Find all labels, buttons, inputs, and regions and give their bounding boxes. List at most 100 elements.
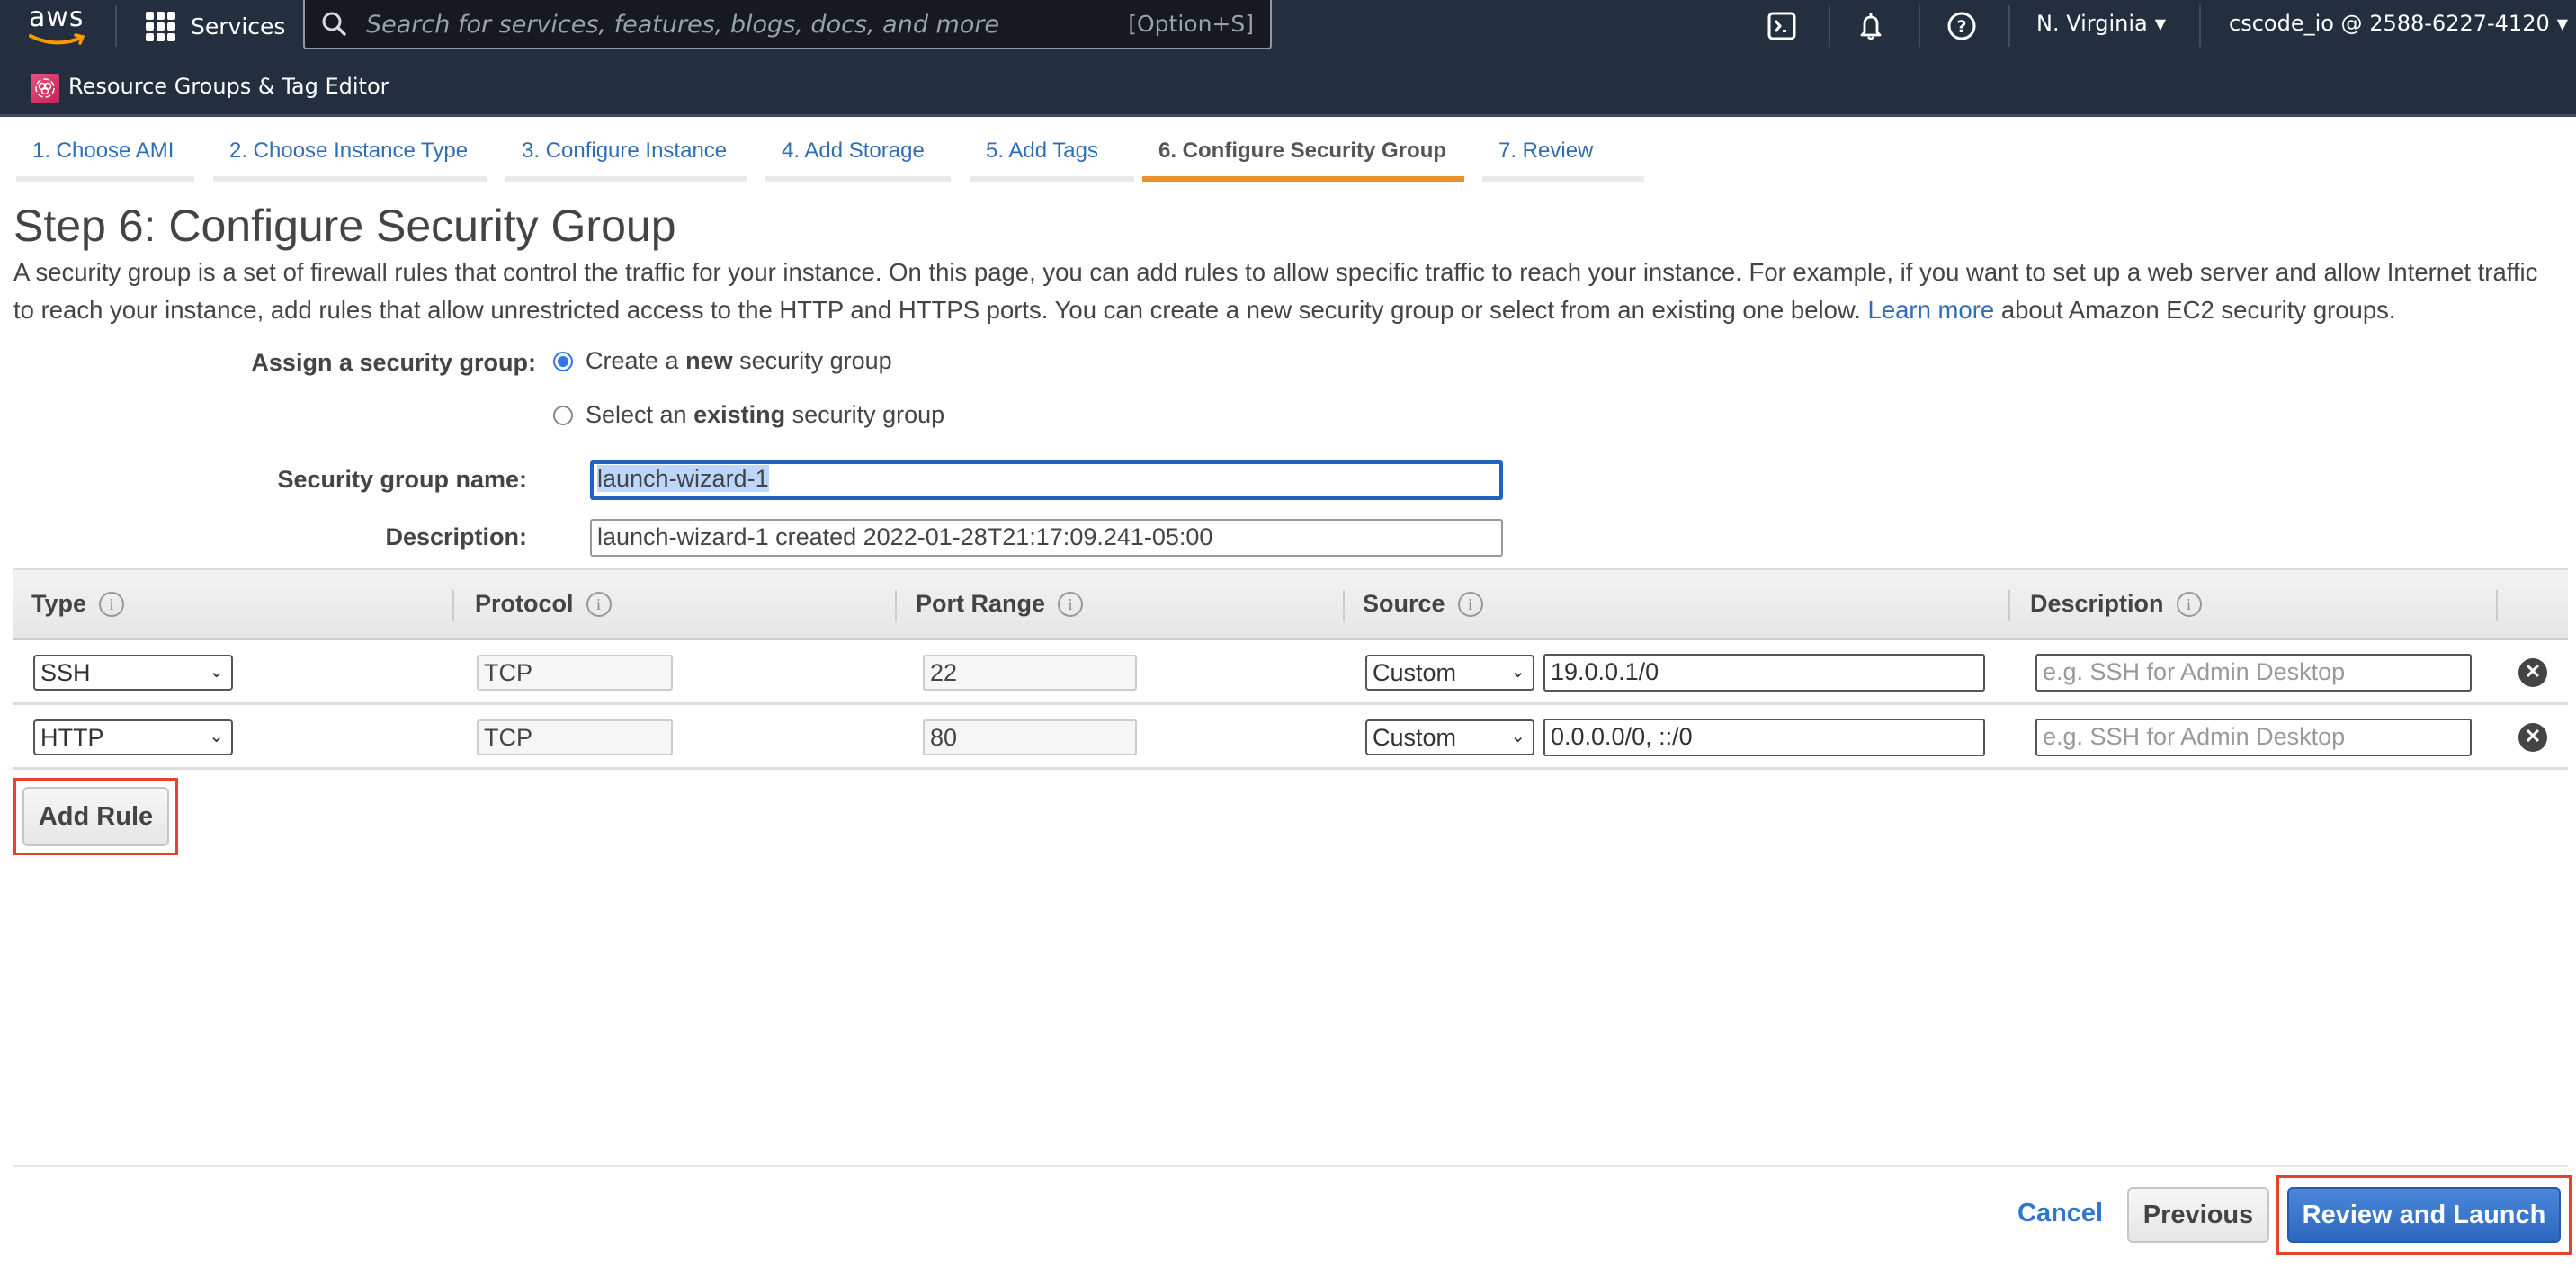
search-placeholder: Search for services, features, blogs, do… <box>366 11 1000 39</box>
source-type-select[interactable]: Custom ⌄ <box>1365 719 1534 755</box>
info-icon[interactable]: i <box>2176 591 2202 617</box>
divider <box>115 5 117 47</box>
grid-icon <box>146 12 175 41</box>
tab-underline <box>213 176 487 182</box>
tab-choose-ami[interactable]: 1. Choose AMI <box>16 135 194 182</box>
tab-label: 5. Add Tags <box>986 138 1098 163</box>
divider <box>2199 5 2201 47</box>
search-icon <box>322 12 346 36</box>
previous-button[interactable]: Previous <box>2127 1187 2269 1243</box>
tab-underline <box>765 176 951 182</box>
source-cidr-input[interactable]: 0.0.0.0/0, ::/0 <box>1543 719 1985 756</box>
page-title: Step 6: Configure Security Group <box>13 201 676 251</box>
learn-more-link[interactable]: Learn more <box>1868 296 1995 324</box>
info-icon[interactable]: i <box>1058 591 1084 617</box>
tab-label: 3. Configure Instance <box>522 138 728 163</box>
protocol-field: TCP <box>477 719 673 755</box>
tab-add-storage[interactable]: 4. Add Storage <box>765 135 951 182</box>
info-icon[interactable]: i <box>1457 591 1483 617</box>
column-header-port-range: Port Range i <box>916 590 1084 618</box>
table-header: Type i Protocol i Port Range i Source i Desc… <box>13 568 2568 640</box>
aws-logo[interactable]: aws <box>27 2 86 49</box>
column-divider <box>1343 590 1345 621</box>
chevron-down-icon: ⌄ <box>209 727 224 746</box>
tab-underline <box>505 176 747 182</box>
security-group-name-input[interactable]: launch-wizard-1 <box>590 460 1503 500</box>
aws-top-navigation: aws Services Search for services, featur… <box>0 0 2576 117</box>
info-icon[interactable]: i <box>99 591 125 617</box>
divider <box>2008 5 2010 47</box>
column-header-type: Type i <box>31 590 125 618</box>
aws-smile-icon <box>29 33 85 45</box>
tab-label: 2. Choose Instance Type <box>229 138 469 163</box>
tab-label: 1. Choose AMI <box>32 138 174 163</box>
resource-groups-icon <box>31 74 59 103</box>
tab-configure-security-group[interactable]: 6. Configure Security Group <box>1142 135 1464 182</box>
tab-underline-active <box>1142 176 1464 182</box>
chevron-down-icon: ⌄ <box>1510 727 1525 746</box>
description-input[interactable]: launch-wizard-1 created 2022-01-28T21:17… <box>590 519 1503 557</box>
tab-underline <box>1482 176 1644 182</box>
tab-underline <box>16 176 194 182</box>
review-and-launch-button[interactable]: Review and Launch <box>2287 1187 2561 1243</box>
tab-review[interactable]: 7. Review <box>1482 135 1644 182</box>
resource-groups-label: Resource Groups & Tag Editor <box>68 74 389 99</box>
rule-description-input[interactable]: e.g. SSH for Admin Desktop <box>2035 654 2472 692</box>
radio-label: Select an existing security group <box>586 401 945 428</box>
type-select[interactable]: HTTP ⌄ <box>33 719 233 755</box>
bell-icon[interactable] <box>1856 11 1886 41</box>
tab-underline <box>970 176 1134 182</box>
radio-create-new-security-group[interactable]: Create a new security group <box>553 347 892 375</box>
cloudshell-icon[interactable] <box>1767 11 1797 41</box>
account-menu[interactable]: cscode_io @ 2588-6227-4120 ▼ <box>2229 11 2568 36</box>
selected-text: launch-wizard-1 <box>597 465 769 492</box>
radio-select-existing-security-group[interactable]: Select an existing security group <box>553 401 944 429</box>
divider <box>1919 5 1920 47</box>
caret-down-icon: ▼ <box>2154 15 2167 32</box>
svg-text:?: ? <box>1956 17 1966 37</box>
column-divider <box>895 590 897 621</box>
tab-label: 6. Configure Security Group <box>1158 138 1447 163</box>
service-shortcut-resource-groups[interactable]: Resource Groups & Tag Editor <box>0 65 2576 106</box>
rule-description-input[interactable]: e.g. SSH for Admin Desktop <box>2035 719 2472 756</box>
table-row: SSH ⌄ TCP 22 Custom ⌄ 19.0.0.1/0 e.g. SSH … <box>13 640 2568 705</box>
divider <box>1829 5 1830 47</box>
column-header-protocol: Protocol i <box>475 590 612 618</box>
radio-button[interactable] <box>553 405 573 425</box>
tab-label: 4. Add Storage <box>782 138 925 163</box>
services-menu-button[interactable]: Services <box>146 9 285 43</box>
protocol-field: TCP <box>477 655 673 691</box>
page-intro: A security group is a set of firewall ru… <box>13 254 2559 329</box>
port-range-field: 22 <box>923 655 1137 691</box>
nav-divider <box>0 114 2576 117</box>
intro-text-suffix: about Amazon EC2 security groups. <box>2000 296 2396 324</box>
column-divider <box>452 590 454 621</box>
source-type-select[interactable]: Custom ⌄ <box>1365 655 1534 691</box>
region-selector[interactable]: N. Virginia ▼ <box>2036 11 2166 36</box>
help-icon[interactable]: ? <box>1946 11 1977 41</box>
radio-button-checked[interactable] <box>553 351 573 371</box>
source-cidr-input[interactable]: 19.0.0.1/0 <box>1543 654 1985 692</box>
column-divider <box>2008 590 2010 621</box>
services-label: Services <box>191 13 286 40</box>
add-rule-button[interactable]: Add Rule <box>22 787 169 846</box>
remove-rule-icon[interactable]: ✕ <box>2518 658 2547 687</box>
chevron-down-icon: ⌄ <box>1510 662 1525 682</box>
column-header-description: Description i <box>2030 590 2202 618</box>
description-label: Description: <box>385 523 527 550</box>
search-input[interactable]: Search for services, features, blogs, do… <box>303 0 1272 49</box>
info-icon[interactable]: i <box>586 591 612 617</box>
remove-rule-icon[interactable]: ✕ <box>2518 723 2547 752</box>
radio-label: Create a new security group <box>586 347 892 374</box>
tab-add-tags[interactable]: 5. Add Tags <box>970 135 1134 182</box>
tab-configure-instance[interactable]: 3. Configure Instance <box>505 135 747 182</box>
chevron-down-icon: ⌄ <box>209 662 224 682</box>
cancel-button[interactable]: Cancel <box>2017 1199 2103 1228</box>
tab-choose-instance-type[interactable]: 2. Choose Instance Type <box>213 135 487 182</box>
port-range-field: 80 <box>923 719 1137 755</box>
table-row: HTTP ⌄ TCP 80 Custom ⌄ 0.0.0.0/0, ::/0 e.g… <box>13 705 2568 770</box>
region-label: N. Virginia <box>2036 11 2148 36</box>
type-select[interactable]: SSH ⌄ <box>33 655 233 691</box>
security-group-name-label: Security group name: <box>277 466 527 493</box>
footer-divider <box>13 1165 2568 1167</box>
